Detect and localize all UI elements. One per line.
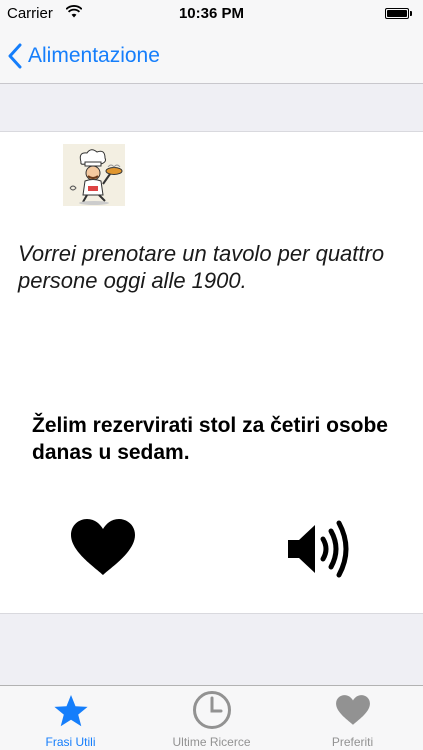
chef-illustration bbox=[63, 144, 125, 206]
battery-icon bbox=[385, 8, 412, 19]
tab-frasi-utili[interactable]: Frasi Utili bbox=[0, 686, 141, 750]
heart-icon bbox=[335, 694, 371, 731]
tab-label: Frasi Utili bbox=[45, 735, 96, 749]
status-bar: Carrier 10:36 PM bbox=[0, 0, 423, 28]
play-audio-button[interactable] bbox=[285, 518, 355, 580]
phrase-card: Vorrei prenotare un tavolo per quattro p… bbox=[0, 131, 423, 614]
tab-label: Preferiti bbox=[331, 735, 374, 749]
star-icon bbox=[53, 694, 89, 733]
speaker-icon bbox=[288, 520, 349, 578]
tab-ultime-ricerce[interactable]: Ultime Ricerce bbox=[141, 686, 282, 750]
clock-icon bbox=[192, 691, 232, 735]
clock-time: 10:36 PM bbox=[178, 5, 245, 22]
source-phrase-text: Vorrei prenotare un tavolo per quattro p… bbox=[18, 241, 385, 293]
back-button[interactable]: Alimentazione bbox=[8, 38, 160, 74]
tab-label: Ultime Ricerce bbox=[172, 735, 251, 749]
tab-preferiti[interactable]: Preferiti bbox=[282, 686, 423, 750]
back-button-label: Alimentazione bbox=[28, 44, 160, 67]
top-separator-band bbox=[0, 84, 423, 131]
chevron-left-icon bbox=[8, 43, 22, 69]
favorite-button[interactable] bbox=[69, 518, 137, 576]
heart-icon bbox=[71, 519, 135, 575]
bottom-separator-band bbox=[0, 614, 423, 685]
navigation-bar: Alimentazione bbox=[0, 28, 423, 84]
translated-phrase-text: Želim rezervirati stol za četiri osobe d… bbox=[32, 414, 388, 464]
tab-bar: Frasi Utili Ultime Ricerce Preferiti bbox=[0, 685, 423, 750]
